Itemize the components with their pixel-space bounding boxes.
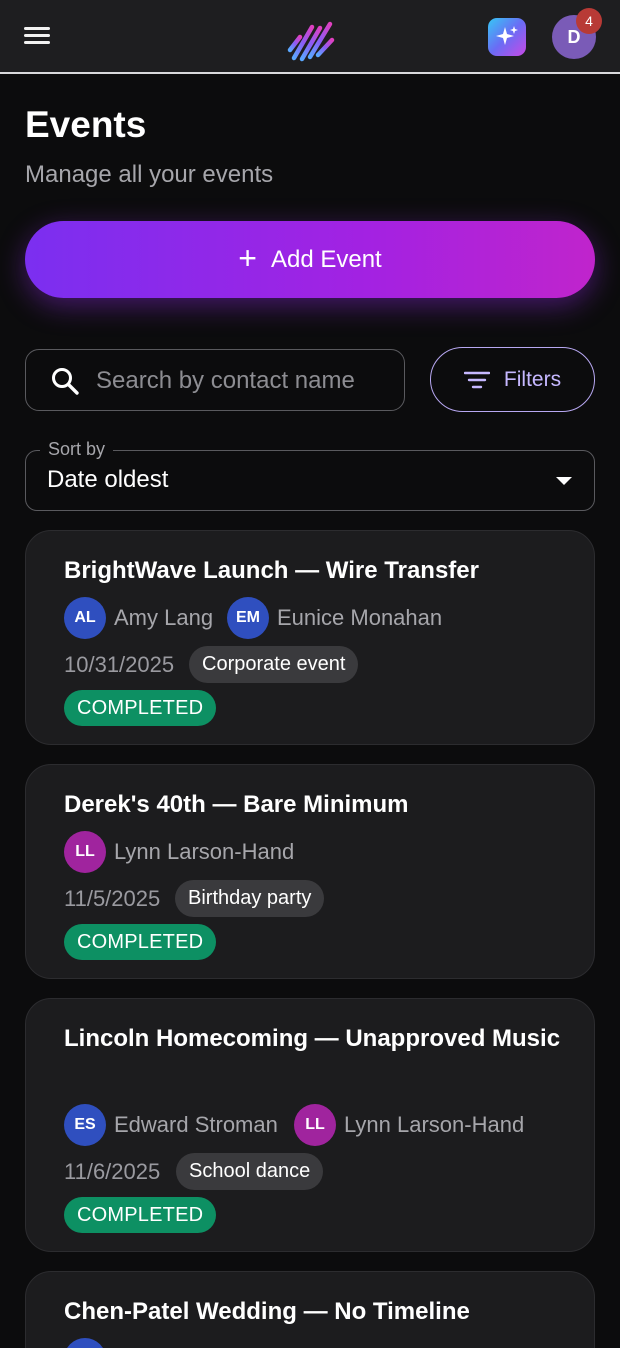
event-title: Chen-Patel Wedding — No Timeline bbox=[64, 1298, 470, 1325]
top-app-bar: D 4 bbox=[0, 0, 620, 74]
hamburger-menu-icon[interactable] bbox=[22, 24, 52, 48]
contact-name: Eunice Monahan bbox=[277, 605, 443, 630]
notification-count-badge: 4 bbox=[576, 8, 602, 34]
status-badge: COMPLETED bbox=[64, 1197, 217, 1233]
search-input[interactable] bbox=[96, 360, 396, 402]
contact-avatar bbox=[64, 1338, 106, 1348]
event-type-tag: Corporate event bbox=[189, 646, 359, 683]
search-field[interactable] bbox=[25, 349, 405, 411]
event-title: Lincoln Homecoming — Unapproved Music bbox=[64, 1025, 561, 1052]
ai-assistant-button[interactable] bbox=[488, 18, 526, 56]
contact-chip: LL Lynn Larson-Hand bbox=[294, 1104, 524, 1146]
page-subtitle: Manage all your events bbox=[25, 161, 274, 188]
search-icon bbox=[52, 368, 79, 395]
sort-select[interactable]: Sort by Date oldest bbox=[25, 439, 595, 511]
contact-chip: ES Edward Stroman bbox=[64, 1104, 278, 1146]
page-title: Events bbox=[25, 104, 147, 145]
event-date: 11/6/2025 bbox=[64, 1159, 161, 1184]
contact-name: Amy Lang bbox=[114, 605, 214, 630]
contact-avatar: EM bbox=[227, 597, 269, 639]
contact-avatar: AL bbox=[64, 597, 106, 639]
event-title: BrightWave Launch — Wire Transfer bbox=[64, 557, 479, 584]
add-event-label: Add Event bbox=[270, 245, 382, 273]
add-event-button[interactable]: + Add Event bbox=[25, 221, 595, 298]
contact-chip: EM Eunice Monahan bbox=[227, 597, 442, 639]
event-date: 11/5/2025 bbox=[64, 886, 161, 911]
event-card[interactable]: Chen-Patel Wedding — No Timeline bbox=[25, 1271, 595, 1348]
dropdown-caret-icon bbox=[556, 477, 572, 485]
contact-avatar: LL bbox=[294, 1104, 336, 1146]
filter-icon bbox=[463, 371, 490, 388]
contact-avatar: ES bbox=[64, 1104, 106, 1146]
contact-name: Edward Stroman bbox=[114, 1112, 278, 1137]
contact-name: Lynn Larson-Hand bbox=[114, 839, 295, 864]
status-badge: COMPLETED bbox=[64, 690, 217, 726]
contact-chip: AL Amy Lang bbox=[64, 597, 213, 639]
contact-chip bbox=[64, 1338, 114, 1348]
app-logo-icon[interactable] bbox=[284, 10, 336, 64]
filters-button[interactable]: Filters bbox=[430, 347, 595, 412]
event-title: Derek's 40th — Bare Minimum bbox=[64, 791, 409, 818]
event-type-tag: Birthday party bbox=[175, 880, 325, 917]
event-type-tag: School dance bbox=[176, 1153, 324, 1190]
sort-label: Sort by bbox=[40, 439, 114, 460]
contact-chip: LL Lynn Larson-Hand bbox=[64, 831, 294, 873]
sort-value: Date oldest bbox=[47, 466, 169, 493]
event-card[interactable]: BrightWave Launch — Wire Transfer AL Amy… bbox=[25, 530, 595, 745]
contact-avatar: LL bbox=[64, 831, 106, 873]
contact-name: Lynn Larson-Hand bbox=[344, 1112, 525, 1137]
filters-label: Filters bbox=[503, 367, 562, 391]
sparkles-icon bbox=[496, 26, 518, 45]
status-badge: COMPLETED bbox=[64, 924, 217, 960]
event-card[interactable]: Derek's 40th — Bare Minimum LL Lynn Lars… bbox=[25, 764, 595, 979]
event-date: 10/31/2025 bbox=[64, 652, 175, 677]
plus-icon: + bbox=[238, 240, 257, 276]
event-card[interactable]: Lincoln Homecoming — Unapproved Music ES… bbox=[25, 998, 595, 1252]
